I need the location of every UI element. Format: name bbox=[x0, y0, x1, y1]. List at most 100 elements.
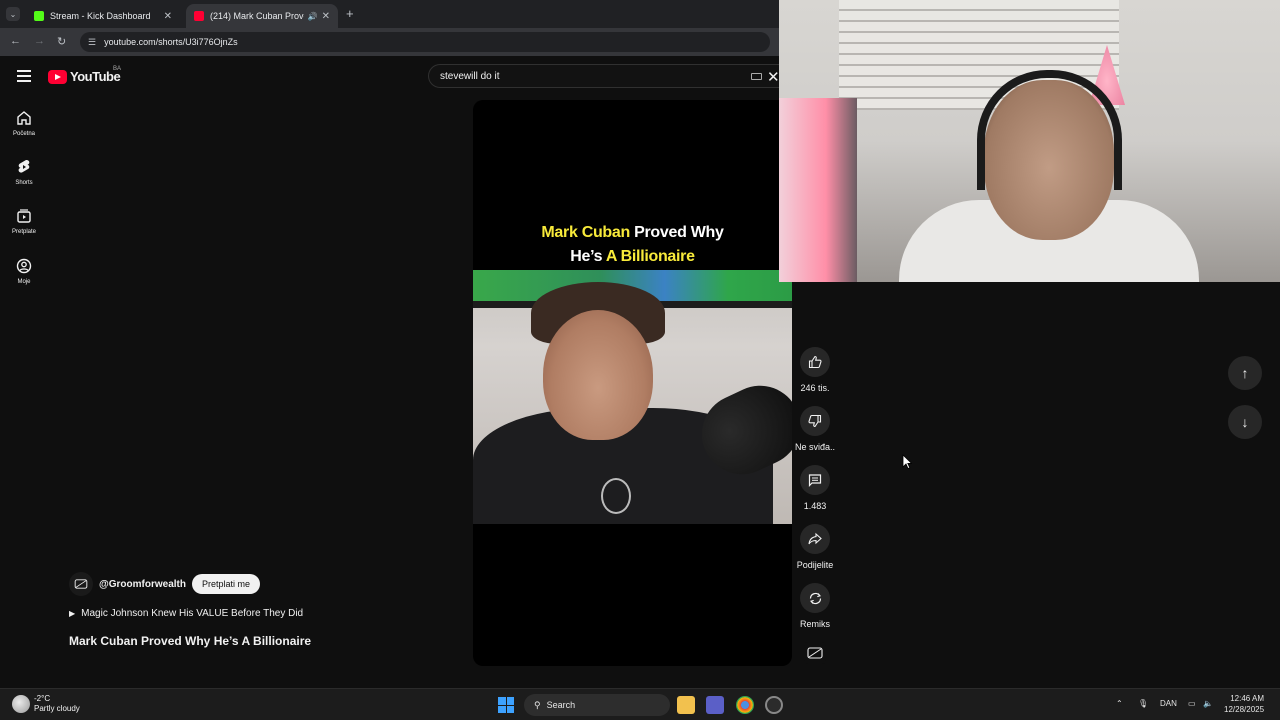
like-button[interactable]: 246 tis. bbox=[795, 347, 835, 393]
taskbar-search[interactable]: ⚲ Search bbox=[524, 694, 670, 716]
menu-icon[interactable] bbox=[17, 70, 31, 82]
weather-text: Partly cloudy bbox=[34, 704, 80, 713]
close-tab-icon[interactable]: ✕ bbox=[164, 11, 172, 22]
clear-search-icon[interactable]: ✕ bbox=[767, 68, 780, 86]
shirt-logo-icon bbox=[601, 478, 631, 514]
video-caption-line-2: He’s A Billionaire bbox=[473, 245, 792, 268]
comment-count: 1.483 bbox=[803, 501, 827, 511]
related-video-title: Magic Johnson Knew His VALUE Before They… bbox=[81, 608, 304, 619]
dislike-label: Ne sviđa.. bbox=[794, 442, 836, 452]
webcam-overlay bbox=[779, 0, 1280, 282]
channel-name[interactable]: @Groomforwealth bbox=[99, 579, 186, 590]
youtube-favicon-icon bbox=[194, 11, 204, 21]
temperature: -2°C bbox=[34, 694, 51, 703]
speaker-icon[interactable]: 🔊 bbox=[308, 12, 318, 21]
weather-widget[interactable]: -2°C Partly cloudy bbox=[12, 694, 80, 714]
caption-text: He’s bbox=[570, 248, 606, 265]
next-short-button[interactable]: ↓ bbox=[1228, 405, 1262, 439]
channel-avatar[interactable] bbox=[69, 572, 93, 596]
windows-start-icon[interactable] bbox=[498, 697, 514, 713]
comments-button[interactable]: 1.483 bbox=[795, 465, 835, 511]
address-bar[interactable]: ☰ youtube.com/shorts/U3i776OjnZs bbox=[80, 32, 770, 52]
share-icon bbox=[800, 524, 830, 554]
search-input[interactable]: stevewill do it bbox=[428, 64, 779, 88]
site-info-icon[interactable]: ☰ bbox=[88, 37, 96, 48]
tab-title: Stream - Kick Dashboard bbox=[50, 11, 151, 21]
home-icon bbox=[14, 108, 34, 128]
caption-text: Proved Why bbox=[629, 224, 724, 241]
country-code: BA bbox=[113, 66, 122, 72]
channel-logo-icon bbox=[804, 642, 826, 664]
caption-highlight: Mark Cuban bbox=[541, 224, 630, 241]
language-indicator[interactable]: DAN bbox=[1160, 699, 1177, 708]
file-explorer-icon[interactable] bbox=[677, 696, 695, 714]
video-title: Mark Cuban Proved Why He’s A Billionaire bbox=[69, 634, 312, 648]
related-video-link[interactable]: ▶ Magic Johnson Knew His VALUE Before Th… bbox=[69, 608, 303, 619]
tab-search-button[interactable]: ⌄ bbox=[6, 7, 20, 21]
windows-taskbar: -2°C Partly cloudy ⚲ Search ⌃ 🎙 DAN ▭ 🔈 … bbox=[0, 688, 1280, 720]
cloudy-weather-icon bbox=[12, 695, 30, 713]
thumbs-down-icon bbox=[800, 406, 830, 436]
date: 12/28/2025 bbox=[1224, 705, 1265, 714]
app-icon[interactable] bbox=[765, 696, 783, 714]
volume-icon[interactable]: 🔈 bbox=[1203, 699, 1213, 708]
caption-highlight: A Billionaire bbox=[605, 248, 695, 265]
comment-icon bbox=[800, 465, 830, 495]
forward-icon[interactable]: → bbox=[34, 35, 45, 47]
tab-kick-dashboard[interactable]: Stream - Kick Dashboard ✕ bbox=[26, 4, 180, 28]
browser-tab-bar: ⌄ Stream - Kick Dashboard ✕ (214) Mark C… bbox=[0, 0, 779, 28]
rail-label: Pretplate bbox=[11, 229, 36, 235]
youtube-logo[interactable]: YouTube BA bbox=[48, 66, 122, 84]
microphone-tray-icon[interactable]: 🎙 bbox=[1138, 699, 1148, 708]
channel-avatar-button[interactable] bbox=[795, 642, 835, 664]
rail-label: Moje bbox=[17, 279, 31, 285]
close-tab-icon[interactable]: ✕ bbox=[322, 11, 330, 22]
new-tab-button[interactable]: + bbox=[346, 6, 354, 21]
speaker-face bbox=[543, 310, 653, 440]
subscriptions-icon bbox=[14, 206, 34, 226]
back-icon[interactable]: ← bbox=[10, 35, 21, 47]
remix-button[interactable]: Remiks bbox=[795, 583, 835, 629]
video-caption-line-1: Mark Cuban Proved Why bbox=[473, 221, 792, 244]
dislike-button[interactable]: Ne sviđa.. bbox=[795, 406, 835, 452]
arrow-down-icon: ↓ bbox=[1241, 414, 1249, 430]
kick-favicon-icon bbox=[34, 11, 44, 21]
tab-youtube-short[interactable]: (214) Mark Cuban Proved W 🔊 ✕ bbox=[186, 4, 338, 28]
shorts-icon bbox=[14, 157, 34, 177]
search-icon: ⚲ bbox=[534, 699, 541, 710]
rail-item-subscriptions[interactable]: Pretplate bbox=[0, 206, 48, 235]
remix-label: Remiks bbox=[799, 619, 830, 629]
share-label: Podijelite bbox=[796, 560, 834, 570]
pc-case bbox=[779, 98, 857, 282]
rail-item-home[interactable]: Početna bbox=[0, 108, 48, 137]
teams-icon[interactable] bbox=[706, 696, 724, 714]
channel-row: @Groomforwealth Pretplati me bbox=[69, 572, 261, 596]
chevron-up-icon[interactable]: ⌃ bbox=[1116, 699, 1123, 708]
reload-icon[interactable]: ↻ bbox=[57, 35, 66, 48]
tab-title: (214) Mark Cuban Proved W bbox=[210, 11, 304, 21]
browser-toolbar: ← → ↻ ☰ youtube.com/shorts/U3i776OjnZs bbox=[0, 28, 779, 56]
youtube-play-icon bbox=[48, 69, 67, 84]
share-button[interactable]: Podijelite bbox=[795, 524, 835, 570]
like-count: 246 tis. bbox=[800, 383, 830, 393]
rail-item-shorts[interactable]: Shorts bbox=[0, 157, 48, 186]
clock[interactable]: 12:46 AM 12/28/2025 bbox=[1224, 693, 1264, 715]
you-icon bbox=[14, 256, 34, 276]
url-text: youtube.com/shorts/U3i776OjnZs bbox=[104, 37, 238, 47]
network-icon[interactable]: ▭ bbox=[1188, 699, 1196, 708]
screen: ⌄ Stream - Kick Dashboard ✕ (214) Mark C… bbox=[0, 0, 1280, 720]
rail-label: Shorts bbox=[15, 180, 33, 186]
rail-item-you[interactable]: Moje bbox=[0, 256, 48, 285]
keyboard-icon[interactable] bbox=[751, 73, 762, 80]
shorts-player[interactable]: Mark Cuban Proved Why He’s A Billionaire bbox=[473, 100, 792, 666]
remix-icon bbox=[800, 583, 830, 613]
play-icon: ▶ bbox=[69, 609, 76, 618]
video-frame bbox=[473, 270, 792, 524]
mouse-cursor-icon bbox=[902, 454, 912, 470]
arrow-up-icon: ↑ bbox=[1241, 365, 1249, 381]
subscribe-button[interactable]: Pretplati me bbox=[191, 574, 261, 594]
chrome-icon[interactable] bbox=[736, 696, 754, 714]
time: 12:46 AM bbox=[1230, 694, 1265, 703]
search-label: Search bbox=[546, 700, 576, 710]
previous-short-button[interactable]: ↑ bbox=[1228, 356, 1262, 390]
